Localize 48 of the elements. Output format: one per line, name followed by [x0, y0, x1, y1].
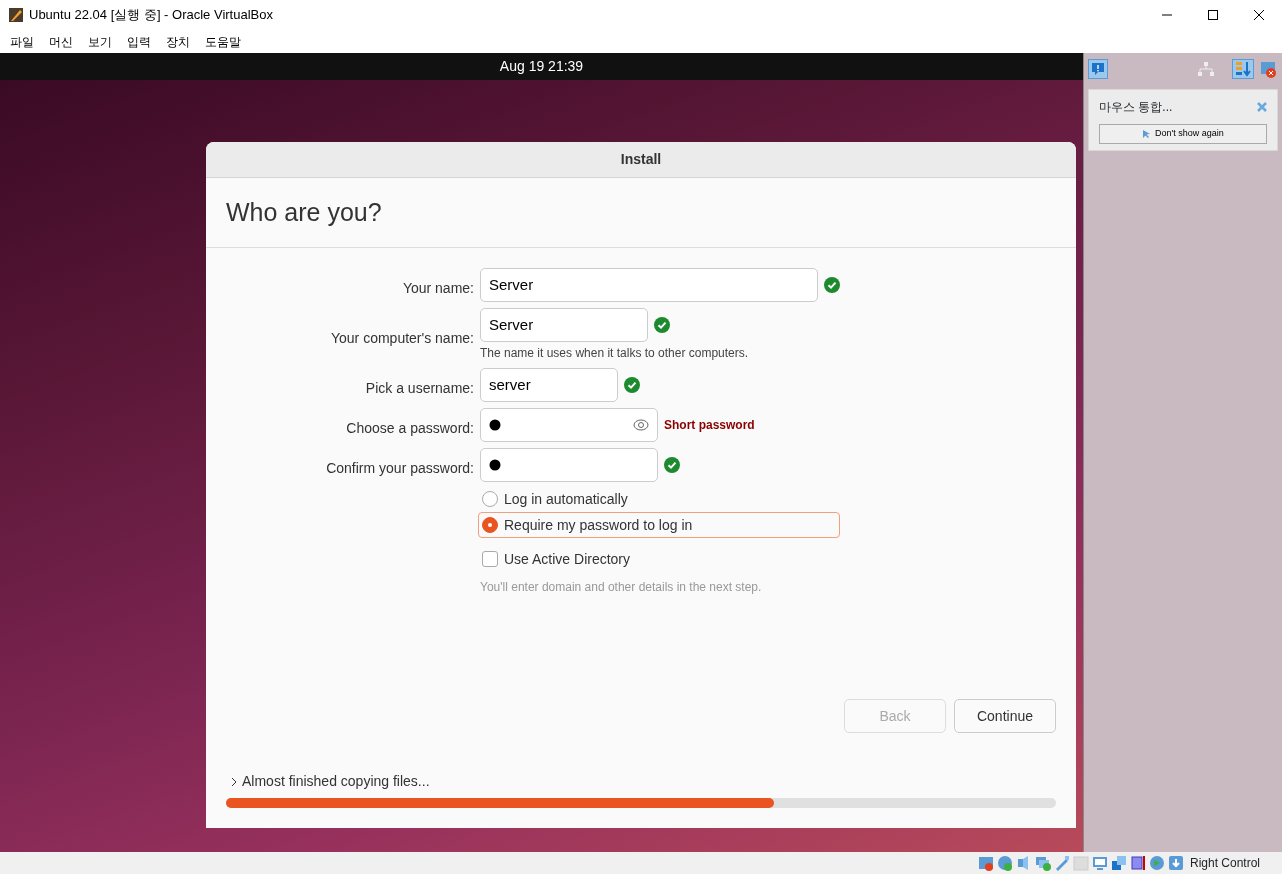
field-hint: The name it uses when it talks to other computers. [480, 345, 750, 362]
password-dot-icon [489, 459, 501, 471]
error-message: Short password [664, 417, 755, 434]
host-key-label: Right Control [1189, 855, 1260, 872]
input-field[interactable]: Server [480, 308, 648, 342]
radio-option[interactable]: Require my password to log in [478, 512, 840, 538]
clock[interactable]: Aug 19 21:39 [499, 56, 584, 77]
checkbox[interactable]: Use Active Directory [478, 546, 840, 572]
network-icon[interactable] [1034, 855, 1051, 871]
sort-icon[interactable] [1232, 59, 1254, 79]
menu-item[interactable]: 파일 [4, 32, 43, 51]
input-field[interactable] [480, 408, 658, 442]
network-tree-icon[interactable] [1198, 62, 1214, 76]
field-label: Pick a username: [365, 379, 474, 396]
window-close-icon[interactable] [1258, 59, 1278, 79]
virtualbox-icon [8, 7, 24, 23]
notification-message: 마우스 통합... [1099, 99, 1173, 116]
menu-item[interactable]: 도움말 [199, 32, 250, 51]
input-field[interactable] [480, 448, 658, 482]
field-label: Confirm your password: [326, 459, 474, 476]
close-icon[interactable] [1257, 102, 1267, 112]
progress-label: Almost finished copying files... [242, 772, 430, 791]
windows-icon[interactable] [1110, 855, 1127, 871]
input-field[interactable]: server [480, 368, 618, 402]
password-dot-icon [489, 419, 501, 431]
checkbox-hint: You'll enter domain and other details in the next step. [480, 579, 763, 596]
eye-icon[interactable] [633, 419, 649, 431]
continue-button[interactable]: Continue [954, 699, 1056, 733]
menu-item[interactable]: 장치 [160, 32, 199, 51]
message-icon[interactable] [1088, 59, 1108, 79]
menu-item[interactable]: 머신 [43, 32, 82, 51]
field-label: Your name: [402, 279, 474, 296]
monitor-icon[interactable] [1091, 855, 1108, 871]
chevron-icon[interactable] [230, 776, 238, 787]
maximize-icon [1208, 10, 1218, 20]
menu-item[interactable]: 보기 [82, 32, 121, 51]
input-field[interactable]: Server [480, 268, 818, 302]
chip-icon[interactable] [1129, 855, 1146, 871]
window-title: Ubuntu 22.04 [실행 중] - Oracle VirtualBox [29, 6, 274, 25]
field-label: Your computer's name: [331, 329, 474, 346]
dialog-title: Install [620, 150, 662, 169]
radio-option[interactable]: Log in automatically [478, 486, 840, 512]
menu-item[interactable]: 입력 [121, 32, 160, 51]
field-label: Choose a password: [346, 419, 474, 436]
disc-icon[interactable] [996, 855, 1013, 871]
dont-show-button[interactable]: Don't show again [1099, 124, 1267, 144]
close-icon [1254, 10, 1264, 20]
page-heading: Who are you? [226, 196, 382, 228]
